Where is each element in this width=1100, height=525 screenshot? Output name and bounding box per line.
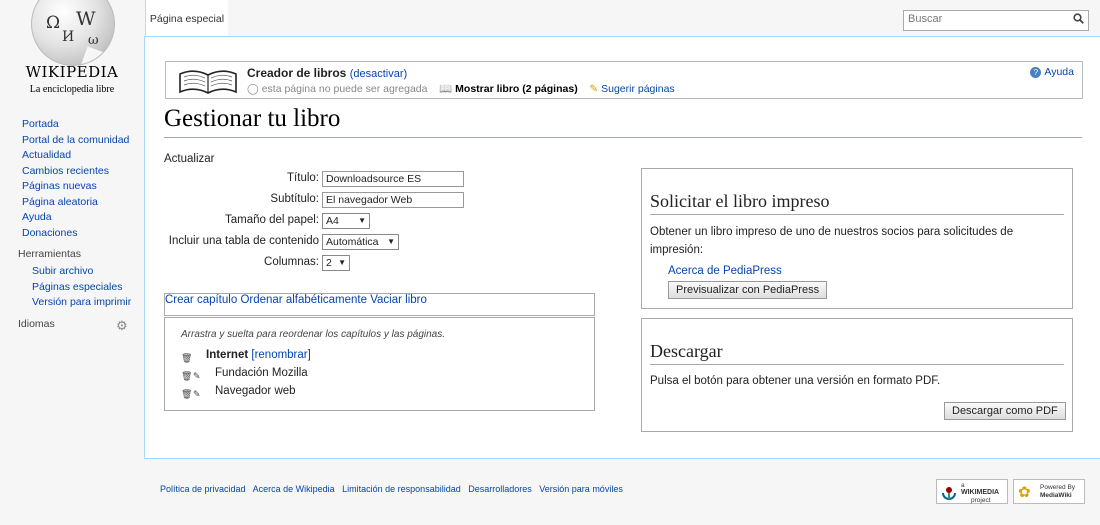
gear-icon[interactable]: ⚙ [116,318,128,334]
wikimedia-badge-line: project [971,497,991,504]
logo-glyph: ω [88,33,99,48]
sidebar-item-aleatoria[interactable]: Página aleatoria [22,196,98,208]
footer-link-privacy[interactable]: Política de privacidad [160,484,246,494]
logo-tagline: La enciclopedia libre [29,84,115,95]
print-book-box: Solicitar el libro impreso Obtener un li… [641,168,1073,309]
mediawiki-badge[interactable]: ✿ Powered By MediaWiki [1013,479,1085,504]
sidebar-item-portada[interactable]: Portada [22,118,59,130]
sidebar-item-cambios[interactable]: Cambios recientes [22,165,109,177]
open-book-icon [179,70,237,94]
preview-pediapress-button[interactable]: Previsualizar con PediaPress [668,281,828,299]
wikimedia-badge-line: a [961,482,965,489]
columns-select[interactable]: 2 ▼ [322,255,350,271]
sort-alphabetically-link[interactable]: Ordenar alfabéticamente [240,294,367,306]
subtitle-field[interactable]: El navegador Web [322,192,464,208]
wikimedia-badge[interactable]: a WIKIMEDIA project [936,479,1008,504]
download-heading: Descargar [650,341,1064,365]
search-placeholder: Buscar [908,13,943,25]
title-field[interactable]: Downloadsource ES [322,171,464,187]
chevron-down-icon: ▼ [338,258,346,267]
puzzle-globe-icon: Ω W И ω [31,0,115,66]
sunflower-icon: ✿ [1018,484,1031,501]
book-icon: 📖 [439,83,453,95]
logo-glyph: И [62,29,75,45]
footer-link-mobile[interactable]: Versión para móviles [539,484,623,494]
refresh-link[interactable]: Actualizar [164,153,215,165]
toc-select[interactable]: Automática ▼ [322,234,399,250]
rename-link[interactable]: [renombrar] [251,349,310,361]
logo-glyph: Ω [46,13,61,33]
pencil-icon: ✎ [589,83,599,95]
show-book-link[interactable]: Mostrar libro (2 páginas) [455,83,578,95]
chevron-down-icon: ▼ [358,216,366,225]
languages-heading[interactable]: Idiomas [18,318,55,330]
sidebar-item-subir[interactable]: Subir archivo [32,265,93,277]
book-outline: Arrastra y suelta para reordenar los cap… [164,317,595,411]
logo-glyph: W [76,8,96,30]
chapter-row[interactable]: Internet [renombrar] [206,349,311,361]
columns-value: 2 [326,257,332,269]
page-title: Gestionar tu libro [164,105,1082,138]
tab-special-page[interactable]: Página especial [145,0,228,36]
edit-icon[interactable]: ✎ [193,389,201,400]
edit-icon[interactable]: ✎ [193,371,201,382]
help-icon: ? [1030,67,1042,78]
cannot-add-text: esta página no puede ser agregada [261,83,428,95]
download-box: Descargar Pulsa el botón para obtener un… [641,318,1073,432]
paper-size-select[interactable]: A4 ▼ [322,213,370,229]
mediawiki-badge-line: MediaWiki [1040,492,1072,499]
chapter-title: Internet [206,349,249,361]
disabled-circle-icon: ◯ [247,83,259,95]
drag-hint: Arrastra y suelta para reordenar los cap… [181,329,446,340]
book-actions-bar: Crear capítulo Ordenar alfabéticamente V… [164,293,595,316]
tools-heading[interactable]: Herramientas [18,248,81,260]
wikimedia-logo-icon [942,487,956,500]
search-input[interactable]: Buscar [903,10,1089,31]
toc-label: Incluir una tabla de contenido [168,235,319,247]
sidebar-item-imprimir[interactable]: Versión para imprimir [32,296,131,308]
mediawiki-badge-line: Powered By [1040,484,1076,491]
help-link[interactable]: Ayuda [1044,66,1074,78]
subtitle-label: Subtítulo: [270,193,319,205]
book-creator-bar: Creador de libros (desactivar) ◯ esta pá… [165,61,1083,99]
sidebar-item-actualidad[interactable]: Actualidad [22,149,71,161]
main-content: Creador de libros (desactivar) ◯ esta pá… [144,36,1100,459]
paper-size-label: Tamaño del papel: [225,214,319,226]
print-book-text: Obtener un libro impreso de uno de nuest… [650,226,1014,256]
trash-icon[interactable]: 🗑 [181,371,192,382]
sidebar-navigation: Portada Portal de la comunidad Actualida… [22,117,129,241]
footer-link-about[interactable]: Acerca de Wikipedia [253,484,335,494]
search-icon[interactable] [1073,13,1084,27]
title-label: Título: [287,172,319,184]
trash-icon[interactable]: 🗑 [181,353,192,364]
sidebar-item-ayuda[interactable]: Ayuda [22,211,52,223]
deactivate-link[interactable]: (desactivar) [350,68,407,80]
suggest-pages-link[interactable]: Sugerir páginas [601,83,675,95]
columns-label: Columnas: [264,256,319,268]
create-chapter-link[interactable]: Crear capítulo [165,294,237,306]
chevron-down-icon: ▼ [387,237,395,246]
logo-wordmark: Wikipedia [25,63,119,81]
sidebar-tools: Subir archivo Páginas especiales Versión… [32,264,131,311]
trash-icon[interactable]: 🗑 [181,389,192,400]
list-item[interactable]: Navegador web [215,385,296,397]
download-pdf-button[interactable]: Descargar como PDF [944,402,1066,420]
clear-book-link[interactable]: Vaciar libro [370,294,427,306]
footer-links: Política de privacidad Acerca de Wikiped… [160,484,623,494]
footer-link-disclaimer[interactable]: Limitación de responsabilidad [342,484,461,494]
print-book-heading: Solicitar el libro impreso [650,191,1064,215]
wikipedia-logo[interactable]: Ω W И ω Wikipedia La enciclopedia libre [0,0,144,100]
download-text: Pulsa el botón para obtener una versión … [650,375,941,387]
book-creator-title: Creador de libros [247,66,347,80]
about-pediapress-link[interactable]: Acerca de PediaPress [668,265,782,277]
paper-size-value: A4 [326,215,339,227]
footer-link-developers[interactable]: Desarrolladores [468,484,532,494]
sidebar-item-portal[interactable]: Portal de la comunidad [22,134,129,146]
sidebar-item-paginas-nuevas[interactable]: Páginas nuevas [22,180,97,192]
sidebar-item-donaciones[interactable]: Donaciones [22,227,77,239]
sidebar-item-especiales[interactable]: Páginas especiales [32,281,122,293]
toc-value: Automática [326,236,379,248]
list-item[interactable]: Fundación Mozilla [215,367,308,379]
wikimedia-badge-line: WIKIMEDIA [961,489,1000,496]
